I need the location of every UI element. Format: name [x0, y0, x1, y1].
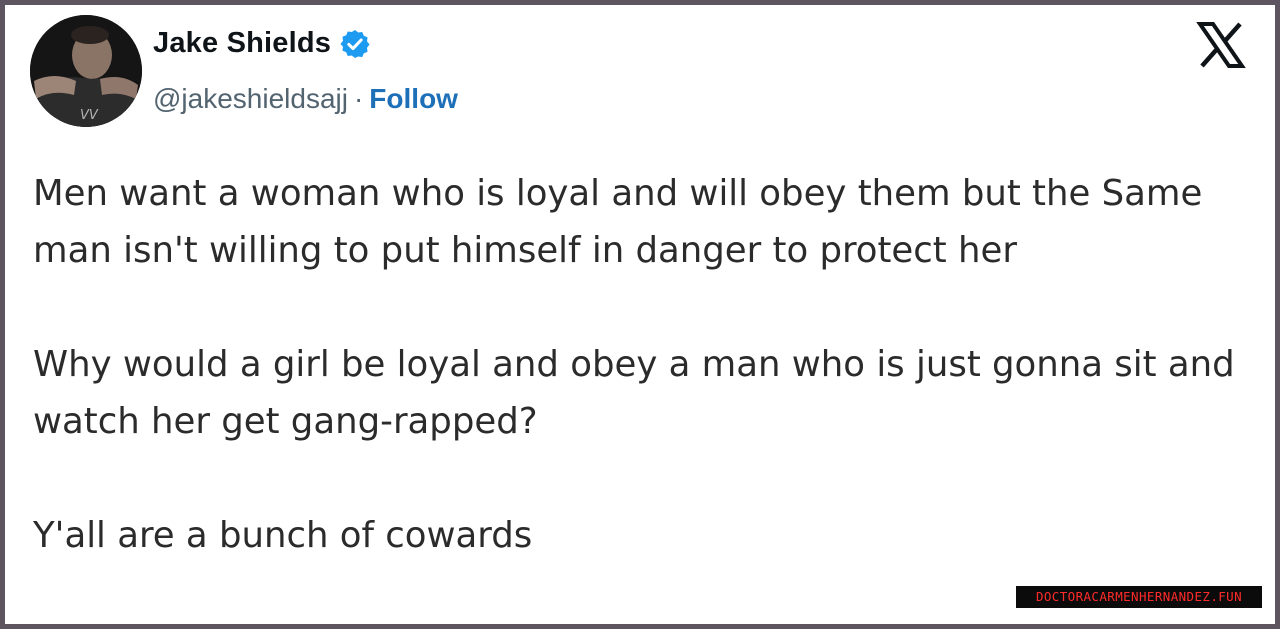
profile-photo: VV	[30, 15, 142, 127]
tweet-paragraph-2: Why would a girl be loyal and obey a man…	[33, 344, 1235, 442]
tweet-paragraph-1: Men want a woman who is loyal and will o…	[33, 173, 1203, 271]
author-avatar[interactable]: VV	[30, 15, 142, 127]
author-name-row: Jake Shields	[153, 27, 371, 60]
tweet-card: VV Jake Shields @jakeshieldsajj · Follow…	[5, 5, 1275, 624]
author-handle[interactable]: @jakeshieldsajj	[153, 83, 348, 115]
follow-button[interactable]: Follow	[369, 83, 458, 115]
author-display-name[interactable]: Jake Shields	[153, 27, 331, 60]
x-logo-icon[interactable]	[1196, 20, 1246, 70]
verified-badge-icon	[340, 29, 370, 58]
author-handle-row: @jakeshieldsajj · Follow	[153, 83, 458, 115]
tweet-body: Men want a woman who is loyal and will o…	[33, 165, 1243, 564]
handle-separator: ·	[353, 83, 364, 114]
svg-text:VV: VV	[80, 108, 99, 123]
watermark-label: DOCTORACARMENHERNANDEZ.FUN	[1016, 586, 1262, 608]
tweet-paragraph-3: Y'all are a bunch of cowards	[33, 515, 533, 556]
